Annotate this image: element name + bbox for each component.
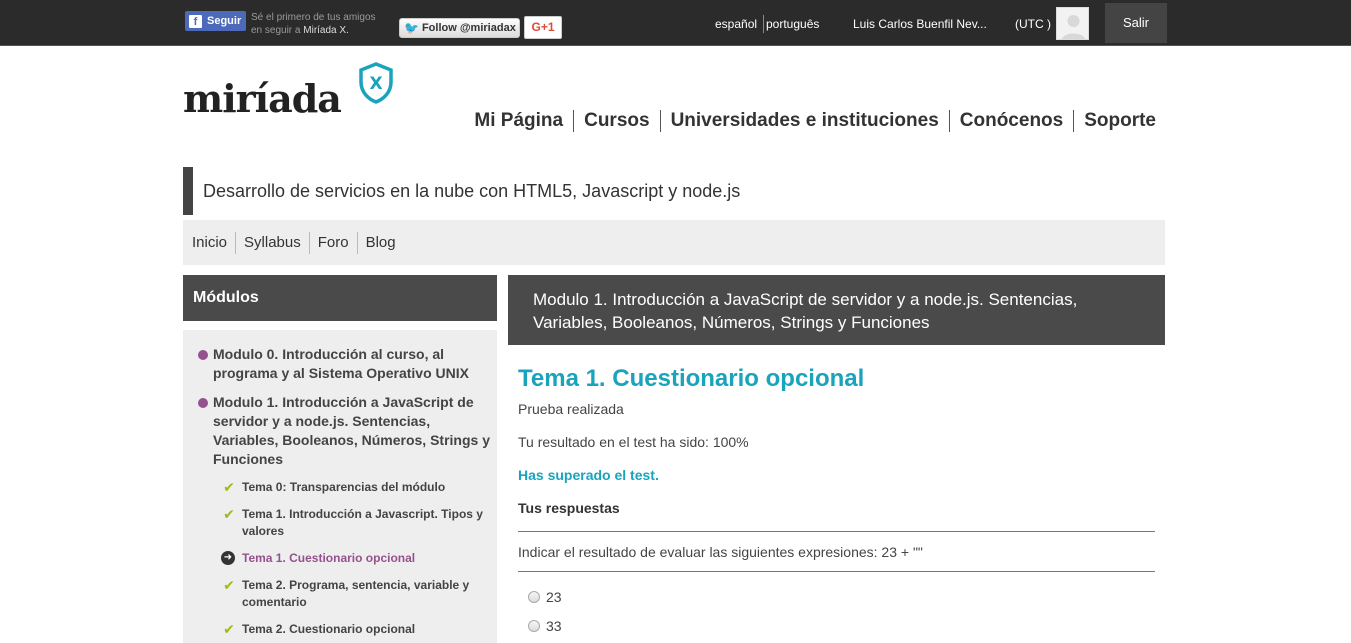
tema-label: Tema 1. Cuestionario opcional — [242, 551, 416, 565]
user-placeholder-icon — [1061, 15, 1086, 39]
tema-label: Tema 1. Introducción a Javascript. Tipos… — [242, 507, 483, 538]
logo-shield-icon: X — [359, 62, 393, 104]
modules-list: Modulo 0. Introducción al curso, al prog… — [183, 330, 497, 643]
module-item[interactable]: Modulo 0. Introducción al curso, al prog… — [198, 345, 493, 383]
lang-spanish-link[interactable]: español — [715, 17, 757, 31]
answers-heading: Tus respuestas — [518, 500, 620, 516]
course-tab-blog[interactable]: Blog — [366, 234, 396, 251]
divider — [518, 571, 1155, 572]
module-label: Modulo 1. Introducción a JavaScript de s… — [213, 394, 490, 467]
tema-item-current[interactable]: ➜ Tema 1. Cuestionario opcional — [221, 550, 487, 567]
quiz-status: Prueba realizada — [518, 401, 624, 417]
module-bullet-icon — [198, 350, 208, 360]
main-nav: Mi Página Cursos Universidades e institu… — [464, 110, 1166, 132]
nav-soporte[interactable]: Soporte — [1074, 110, 1166, 132]
nav-cursos[interactable]: Cursos — [574, 110, 659, 132]
radio-button[interactable] — [528, 591, 540, 603]
check-icon: ✔ — [223, 577, 235, 593]
quiz-result: Tu resultado en el test ha sido: 100% — [518, 434, 749, 450]
facebook-text-line2: en seguir a — [251, 25, 301, 36]
facebook-follow-button[interactable]: f Seguir — [185, 11, 246, 31]
twitter-bird-icon: 🐦 — [404, 21, 419, 35]
lang-portuguese-link[interactable]: português — [766, 17, 819, 31]
facebook-text-line1: Sé el primero de tus amigos — [251, 12, 376, 23]
facebook-social-text: Sé el primero de tus amigos en seguir a … — [251, 11, 376, 37]
course-nav-divider — [308, 231, 310, 254]
course-nav: Inicio Syllabus Foro Blog — [183, 220, 1165, 265]
course-nav-divider — [356, 231, 358, 254]
logout-button[interactable]: Salir — [1105, 3, 1167, 43]
page-title: Tema 1. Cuestionario opcional — [518, 365, 865, 392]
arrow-right-circle-icon: ➜ — [221, 551, 235, 565]
user-name-link[interactable]: Luis Carlos Buenfil Nev... — [853, 17, 987, 31]
question-text: Indicar el resultado de evaluar las sigu… — [518, 544, 923, 560]
course-nav-divider — [235, 231, 237, 254]
tema-label: Tema 0: Transparencias del módulo — [242, 480, 446, 494]
module-heading: Modulo 1. Introducción a JavaScript de s… — [508, 275, 1165, 345]
check-icon: ✔ — [223, 506, 235, 522]
timezone-label: (UTC ) — [1015, 17, 1051, 31]
course-tab-foro[interactable]: Foro — [318, 234, 349, 251]
nav-universidades[interactable]: Universidades e instituciones — [661, 110, 949, 132]
tema-item[interactable]: ✔ Tema 1. Introducción a Javascript. Tip… — [223, 506, 487, 540]
check-icon: ✔ — [223, 479, 235, 495]
tema-label: Tema 2. Cuestionario opcional — [242, 622, 416, 636]
answer-option-label: 33 — [546, 618, 562, 634]
tema-item[interactable]: ✔ Tema 0: Transparencias del módulo — [223, 479, 487, 496]
course-tab-syllabus[interactable]: Syllabus — [244, 234, 301, 251]
radio-button[interactable] — [528, 620, 540, 632]
modules-heading: Módulos — [183, 275, 497, 321]
module-label: Modulo 0. Introducción al curso, al prog… — [213, 346, 469, 381]
avatar[interactable] — [1056, 7, 1089, 40]
check-icon: ✔ — [223, 621, 235, 637]
module-bullet-icon — [198, 398, 208, 408]
nav-conocenos[interactable]: Conócenos — [950, 110, 1073, 132]
twitter-follow-button[interactable]: 🐦 Follow @miriadax — [399, 18, 520, 38]
top-bar: f Seguir Sé el primero de tus amigos en … — [0, 0, 1351, 46]
answer-option[interactable]: 23 — [528, 589, 562, 605]
quiz-passed-message: Has superado el test. — [518, 467, 659, 483]
twitter-follow-label: Follow @miriadax — [421, 22, 516, 34]
logo-badge-text: X — [369, 74, 382, 94]
logo-text: miríada — [183, 76, 342, 121]
facebook-text-brand[interactable]: Miríada X. — [303, 25, 349, 36]
course-title: Desarrollo de servicios en la nube con H… — [183, 167, 1165, 215]
nav-mi-pagina[interactable]: Mi Página — [464, 110, 573, 132]
tema-item[interactable]: ✔ Tema 2. Cuestionario opcional — [223, 621, 487, 638]
tema-item[interactable]: ✔ Tema 2. Programa, sentencia, variable … — [223, 577, 487, 611]
answer-option[interactable]: 33 — [528, 618, 562, 634]
lang-divider — [763, 15, 764, 33]
facebook-follow-label: Seguir — [207, 15, 242, 27]
divider — [518, 531, 1155, 532]
google-plus-one-button[interactable]: G+1 — [524, 16, 562, 39]
module-item[interactable]: Modulo 1. Introducción a JavaScript de s… — [198, 393, 493, 469]
course-tab-inicio[interactable]: Inicio — [192, 234, 227, 251]
facebook-icon: f — [189, 14, 202, 28]
answer-option-label: 23 — [546, 589, 562, 605]
tema-label: Tema 2. Programa, sentencia, variable y … — [242, 578, 470, 609]
